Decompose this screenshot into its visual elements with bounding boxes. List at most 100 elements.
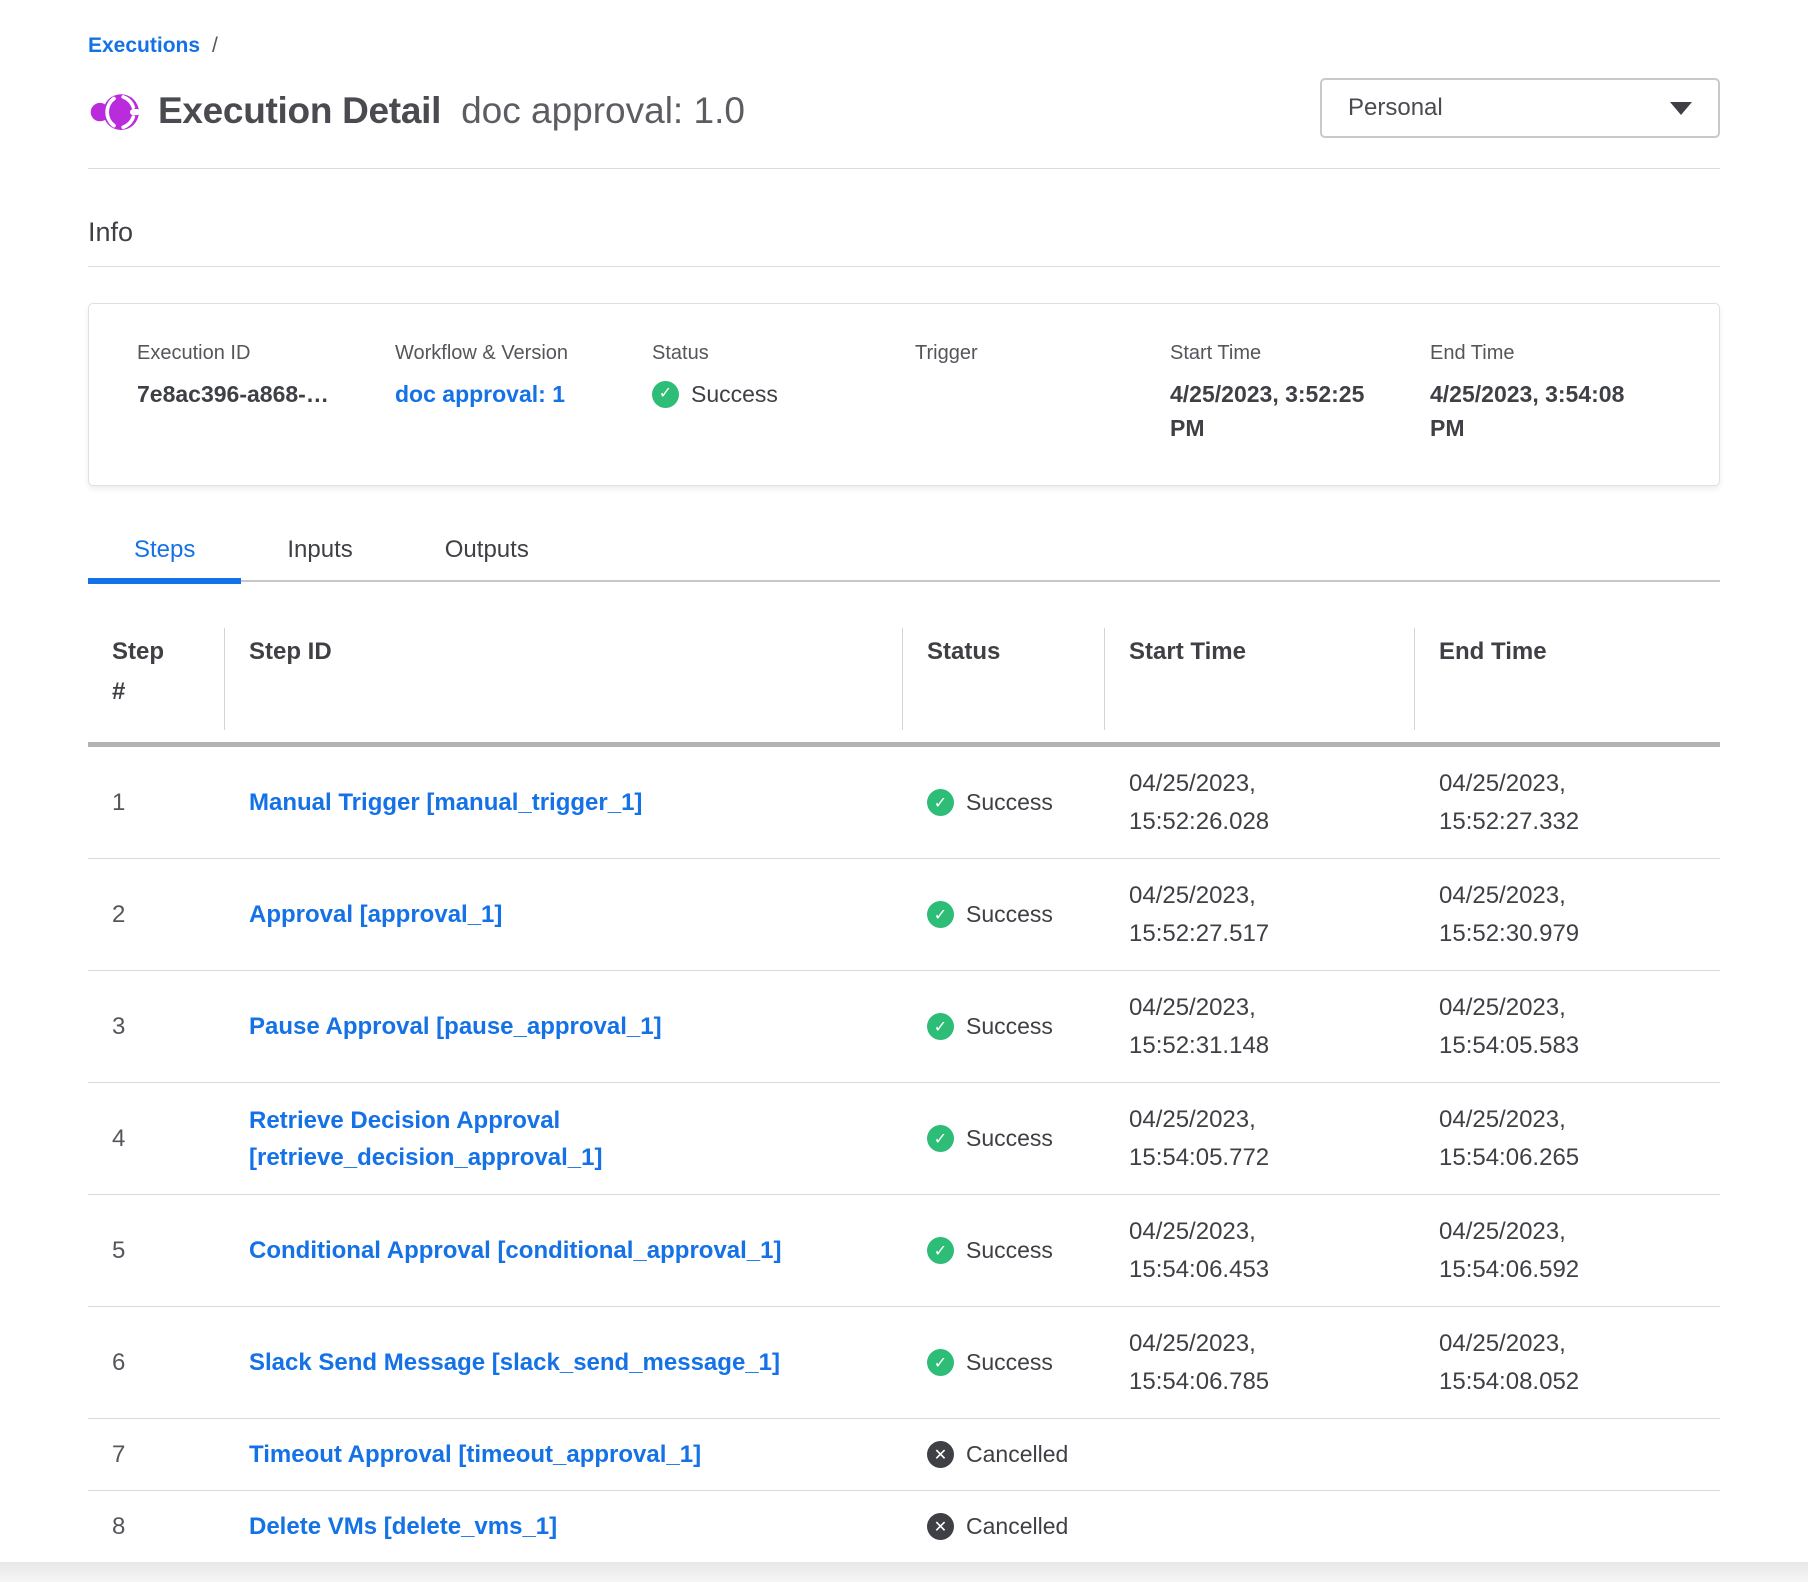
start-time-cell: 04/25/2023, 15:54:06.785 [1105,1311,1415,1415]
info-field-trigger: Trigger [915,342,1170,445]
step-id-link[interactable]: Pause Approval [pause_approval_1] [225,994,903,1059]
end-time-cell: 04/25/2023, 15:52:27.332 [1415,751,1720,855]
steps-table-body: 1 Manual Trigger [manual_trigger_1] ✓ Su… [88,747,1720,1563]
column-header-status: Status [903,626,1105,742]
status-badge: ✓ Success [927,1013,1081,1040]
tab-inputs[interactable]: Inputs [241,526,398,580]
status-cell: ✕ Cancelled [903,1427,1105,1482]
end-time-cell [1415,1513,1720,1541]
status-icon: ✓ [927,901,954,928]
table-row: 3 Pause Approval [pause_approval_1] ✓ Su… [88,971,1720,1083]
field-label: Execution ID [137,342,395,365]
status-badge: ✓ Success [927,789,1081,816]
step-id-link[interactable]: Conditional Approval [conditional_approv… [225,1218,903,1283]
column-header-end-time: End Time [1415,626,1720,742]
info-section-heading: Info [88,217,1720,248]
step-number-cell: 7 [88,1427,225,1483]
status-cell: ✓ Success [903,775,1105,830]
status-icon: ✕ [927,1441,954,1468]
status-text: Success [966,1237,1053,1264]
step-number-cell: 4 [88,1111,225,1167]
start-time-cell: 04/25/2023, 15:52:26.028 [1105,751,1415,855]
field-label: Workflow & Version [395,342,652,365]
status-cell: ✓ Success [903,999,1105,1054]
column-header-step-number: Step # [88,626,225,742]
status-text: Success [966,901,1053,928]
breadcrumb-separator: / [212,34,218,58]
end-time-cell: 04/25/2023, 15:54:06.592 [1415,1199,1720,1303]
start-time-value: 4/25/2023, 3:52:25 PM [1170,377,1385,445]
status-text: Success [966,1125,1053,1152]
status-value: ✓ Success [652,377,915,411]
status-text: Cancelled [966,1513,1068,1540]
execution-detail-page: Executions / Execution Detail doc approv… [0,0,1808,1582]
steps-table-header: Step # Step ID Status Start Time End Tim… [88,626,1720,747]
table-row: 1 Manual Trigger [manual_trigger_1] ✓ Su… [88,747,1720,859]
step-number-cell: 1 [88,775,225,831]
status-badge: ✕ Cancelled [927,1441,1081,1468]
status-cell: ✓ Success [903,1335,1105,1390]
status-text: Success [966,789,1053,816]
status-icon: ✓ [927,1013,954,1040]
horizontal-scrollbar[interactable] [0,1562,1808,1582]
step-id-link[interactable]: Delete VMs [delete_vms_1] [225,1494,903,1559]
title-divider [88,168,1720,169]
status-icon: ✓ [927,1237,954,1264]
step-number-cell: 2 [88,887,225,943]
status-icon: ✓ [927,1125,954,1152]
start-time-cell [1105,1513,1415,1541]
info-field-end-time: End Time 4/25/2023, 3:54:08 PM [1430,342,1709,445]
tab-outputs[interactable]: Outputs [399,526,575,580]
page-title: Execution Detail [158,90,441,132]
column-header-step-id: Step ID [225,626,903,742]
scope-select-dropdown[interactable]: Personal [1320,78,1720,138]
scope-selected-value: Personal [1348,94,1670,122]
status-badge: ✓ Success [927,1125,1081,1152]
table-row: 6 Slack Send Message [slack_send_message… [88,1307,1720,1419]
title-row: Execution Detail doc approval: 1.0 Perso… [88,80,1720,142]
status-text: Cancelled [966,1441,1068,1468]
status-cell: ✕ Cancelled [903,1499,1105,1554]
status-cell: ✓ Success [903,887,1105,942]
info-field-workflow-version: Workflow & Version doc approval: 1 [395,342,652,445]
start-time-cell: 04/25/2023, 15:54:06.453 [1105,1199,1415,1303]
step-number-cell: 8 [88,1499,225,1555]
table-row: 8 Delete VMs [delete_vms_1] ✕ Cancelled [88,1491,1720,1563]
breadcrumb-executions-link[interactable]: Executions [88,34,200,58]
end-time-value: 4/25/2023, 3:54:08 PM [1430,377,1645,445]
step-number-cell: 5 [88,1223,225,1279]
step-id-link[interactable]: Approval [approval_1] [225,882,903,947]
field-label: Start Time [1170,342,1430,365]
status-badge: ✓ Success [927,1237,1081,1264]
status-text: Success [966,1349,1053,1376]
detail-tabs: Steps Inputs Outputs [88,526,1720,582]
end-time-cell: 04/25/2023, 15:54:05.583 [1415,975,1720,1079]
end-time-cell: 04/25/2023, 15:54:06.265 [1415,1087,1720,1191]
end-time-cell [1415,1441,1720,1469]
start-time-cell [1105,1441,1415,1469]
info-field-execution-id: Execution ID 7e8ac396-a868-… [137,342,395,445]
start-time-cell: 04/25/2023, 15:52:27.517 [1105,863,1415,967]
status-badge: ✕ Cancelled [927,1513,1081,1540]
tab-steps[interactable]: Steps [88,526,241,580]
start-time-cell: 04/25/2023, 15:52:31.148 [1105,975,1415,1079]
status-icon: ✕ [927,1513,954,1540]
info-card: Execution ID 7e8ac396-a868-… Workflow & … [88,303,1720,486]
step-number-cell: 3 [88,999,225,1055]
step-id-link[interactable]: Slack Send Message [slack_send_message_1… [225,1330,903,1395]
success-check-icon: ✓ [652,381,679,408]
info-divider [88,266,1720,267]
start-time-cell: 04/25/2023, 15:54:05.772 [1105,1087,1415,1191]
step-id-link[interactable]: Manual Trigger [manual_trigger_1] [225,770,903,835]
breadcrumb: Executions / [88,34,1720,58]
workflow-version-link[interactable]: doc approval: 1 [395,377,610,411]
info-field-start-time: Start Time 4/25/2023, 3:52:25 PM [1170,342,1430,445]
table-row: 7 Timeout Approval [timeout_approval_1] … [88,1419,1720,1491]
field-label: End Time [1430,342,1709,365]
chevron-down-icon [1670,102,1692,115]
step-id-link[interactable]: Retrieve Decision Approval [retrieve_dec… [225,1088,903,1190]
step-id-link[interactable]: Timeout Approval [timeout_approval_1] [225,1422,903,1487]
status-cell: ✓ Success [903,1223,1105,1278]
field-label: Status [652,342,915,365]
execution-id-value: 7e8ac396-a868-… [137,377,352,411]
